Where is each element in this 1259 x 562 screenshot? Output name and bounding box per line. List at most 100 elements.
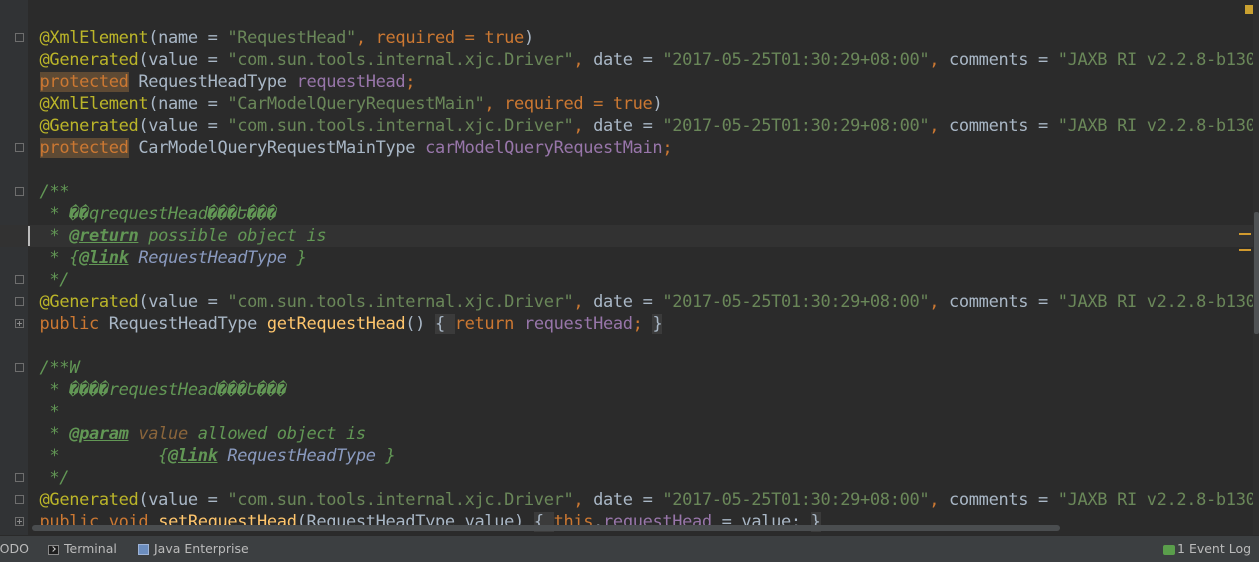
code-token: { (434, 314, 455, 334)
code-line[interactable]: public RequestHeadType getRequestHead() … (0, 313, 663, 335)
code-token: * (0, 402, 60, 422)
code-line[interactable]: /**W (0, 357, 80, 379)
event-log-tab[interactable]: 1 Event Log (1163, 536, 1251, 562)
code-token: comments = (949, 116, 1058, 136)
code-token: comments = (949, 292, 1058, 312)
code-token: "JAXB RI v2.2.8-b130911.1802" (1057, 50, 1253, 70)
code-token: true (612, 94, 653, 114)
code-line[interactable]: @Generated(value = "com.sun.tools.intern… (0, 49, 1253, 71)
code-token: date = (593, 292, 663, 312)
code-token: @Generated (39, 490, 139, 510)
code-line[interactable]: * {@link RequestHeadType } (0, 247, 306, 269)
code-token: comments = (949, 50, 1058, 70)
code-token: RequestHeadType (128, 72, 297, 92)
code-line[interactable]: @XmlElement(name = "CarModelQueryRequest… (0, 93, 663, 115)
code-line[interactable]: @XmlElement(name = "RequestHead", requir… (0, 27, 535, 49)
code-editor[interactable]: @XmlElement(name = "RequestHead", requir… (0, 0, 1259, 535)
code-token: */ (0, 468, 70, 488)
code-token: } (652, 314, 663, 334)
code-token: protected (39, 138, 129, 158)
code-token: ; (632, 314, 653, 334)
code-token: protected (39, 72, 129, 92)
code-token: public (39, 314, 100, 334)
event-log-count: 1 (1177, 541, 1185, 556)
code-line[interactable]: * ��qrequestHead���Ե��� (0, 203, 277, 225)
code-token: "CarModelQueryRequestMain" (227, 94, 485, 114)
code-line[interactable]: @Generated(value = "com.sun.tools.intern… (0, 489, 1253, 511)
code-token: ; (662, 138, 673, 158)
code-line[interactable]: * ����requestHead���Ե��� (0, 379, 287, 401)
code-token: * { (0, 248, 80, 268)
code-token: "com.sun.tools.internal.xjc.Driver" (227, 292, 574, 312)
code-line[interactable]: * {@link RequestHeadType } (0, 445, 395, 467)
code-token: (value = (138, 116, 228, 136)
todo-label: TODO (0, 541, 29, 556)
horizontal-scrollbar-thumb[interactable] (32, 525, 1060, 531)
code-token: "2017-05-25T01:30:29+08:00" (662, 292, 930, 312)
code-token: "2017-05-25T01:30:29+08:00" (662, 116, 930, 136)
code-token: requestHead (523, 314, 633, 334)
code-token: @link (168, 446, 218, 466)
code-line[interactable]: protected CarModelQueryRequestMainType c… (0, 137, 673, 159)
code-line[interactable]: @Generated(value = "com.sun.tools.intern… (0, 115, 1253, 137)
code-line[interactable]: * @param value allowed object is (0, 423, 366, 445)
code-token: , (573, 50, 594, 70)
code-token: (value = (138, 50, 228, 70)
code-token: RequestHeadType (227, 446, 376, 466)
code-token: return (454, 314, 515, 334)
vertical-scrollbar-thumb[interactable] (1254, 212, 1259, 334)
code-line[interactable]: */ (0, 467, 69, 489)
code-token: * (0, 226, 70, 246)
java-enterprise-tab[interactable]: Java Enterprise (138, 536, 249, 562)
java-enterprise-label: Java Enterprise (154, 541, 249, 556)
code-token: } (375, 446, 396, 466)
terminal-tab[interactable]: Terminal (48, 536, 117, 562)
code-token: date = (593, 116, 663, 136)
code-token: @XmlElement (39, 94, 149, 114)
event-log-icon (1163, 544, 1175, 555)
code-token: ; (405, 72, 416, 92)
warning-stripe-marker[interactable] (1239, 233, 1251, 235)
code-line[interactable]: * (0, 401, 59, 423)
code-token: getRequestHead (266, 314, 406, 334)
code-token: , (929, 490, 950, 510)
code-token: * ��qrequestHead���Ե��� (0, 204, 277, 224)
todo-tab[interactable]: TODO (0, 536, 29, 562)
code-token: , (929, 292, 950, 312)
code-token: , (573, 292, 594, 312)
code-token: requestHead (296, 72, 406, 92)
code-token: date = (593, 490, 663, 510)
code-token: "2017-05-25T01:30:29+08:00" (662, 50, 930, 70)
code-token: "JAXB RI v2.2.8-b130911.1802" (1057, 292, 1253, 312)
code-token: date = (593, 50, 663, 70)
code-token: CarModelQueryRequestMainType (128, 138, 426, 158)
code-line[interactable]: */ (0, 269, 69, 291)
code-token: @XmlElement (39, 28, 149, 48)
vertical-scrollbar[interactable] (1253, 0, 1259, 535)
code-token: () (405, 314, 435, 334)
warning-stripe-marker[interactable] (1239, 249, 1251, 251)
code-token: "com.sun.tools.internal.xjc.Driver" (227, 50, 574, 70)
code-line[interactable]: /** (0, 181, 70, 203)
code-token: (value = (138, 292, 228, 312)
code-token: , (929, 50, 950, 70)
code-line[interactable]: * @return possible object is (0, 225, 1253, 247)
code-token: ) (652, 94, 663, 114)
java-enterprise-icon (138, 544, 149, 555)
code-line[interactable]: protected RequestHeadType requestHead; (0, 71, 416, 93)
code-token: "JAXB RI v2.2.8-b130911.1802" (1057, 116, 1253, 136)
code-token: RequestHeadType (98, 314, 267, 334)
code-area[interactable]: @XmlElement(name = "RequestHead", requir… (0, 0, 1253, 535)
code-token: (name = (148, 94, 228, 114)
code-line[interactable]: @Generated(value = "com.sun.tools.intern… (0, 291, 1253, 313)
